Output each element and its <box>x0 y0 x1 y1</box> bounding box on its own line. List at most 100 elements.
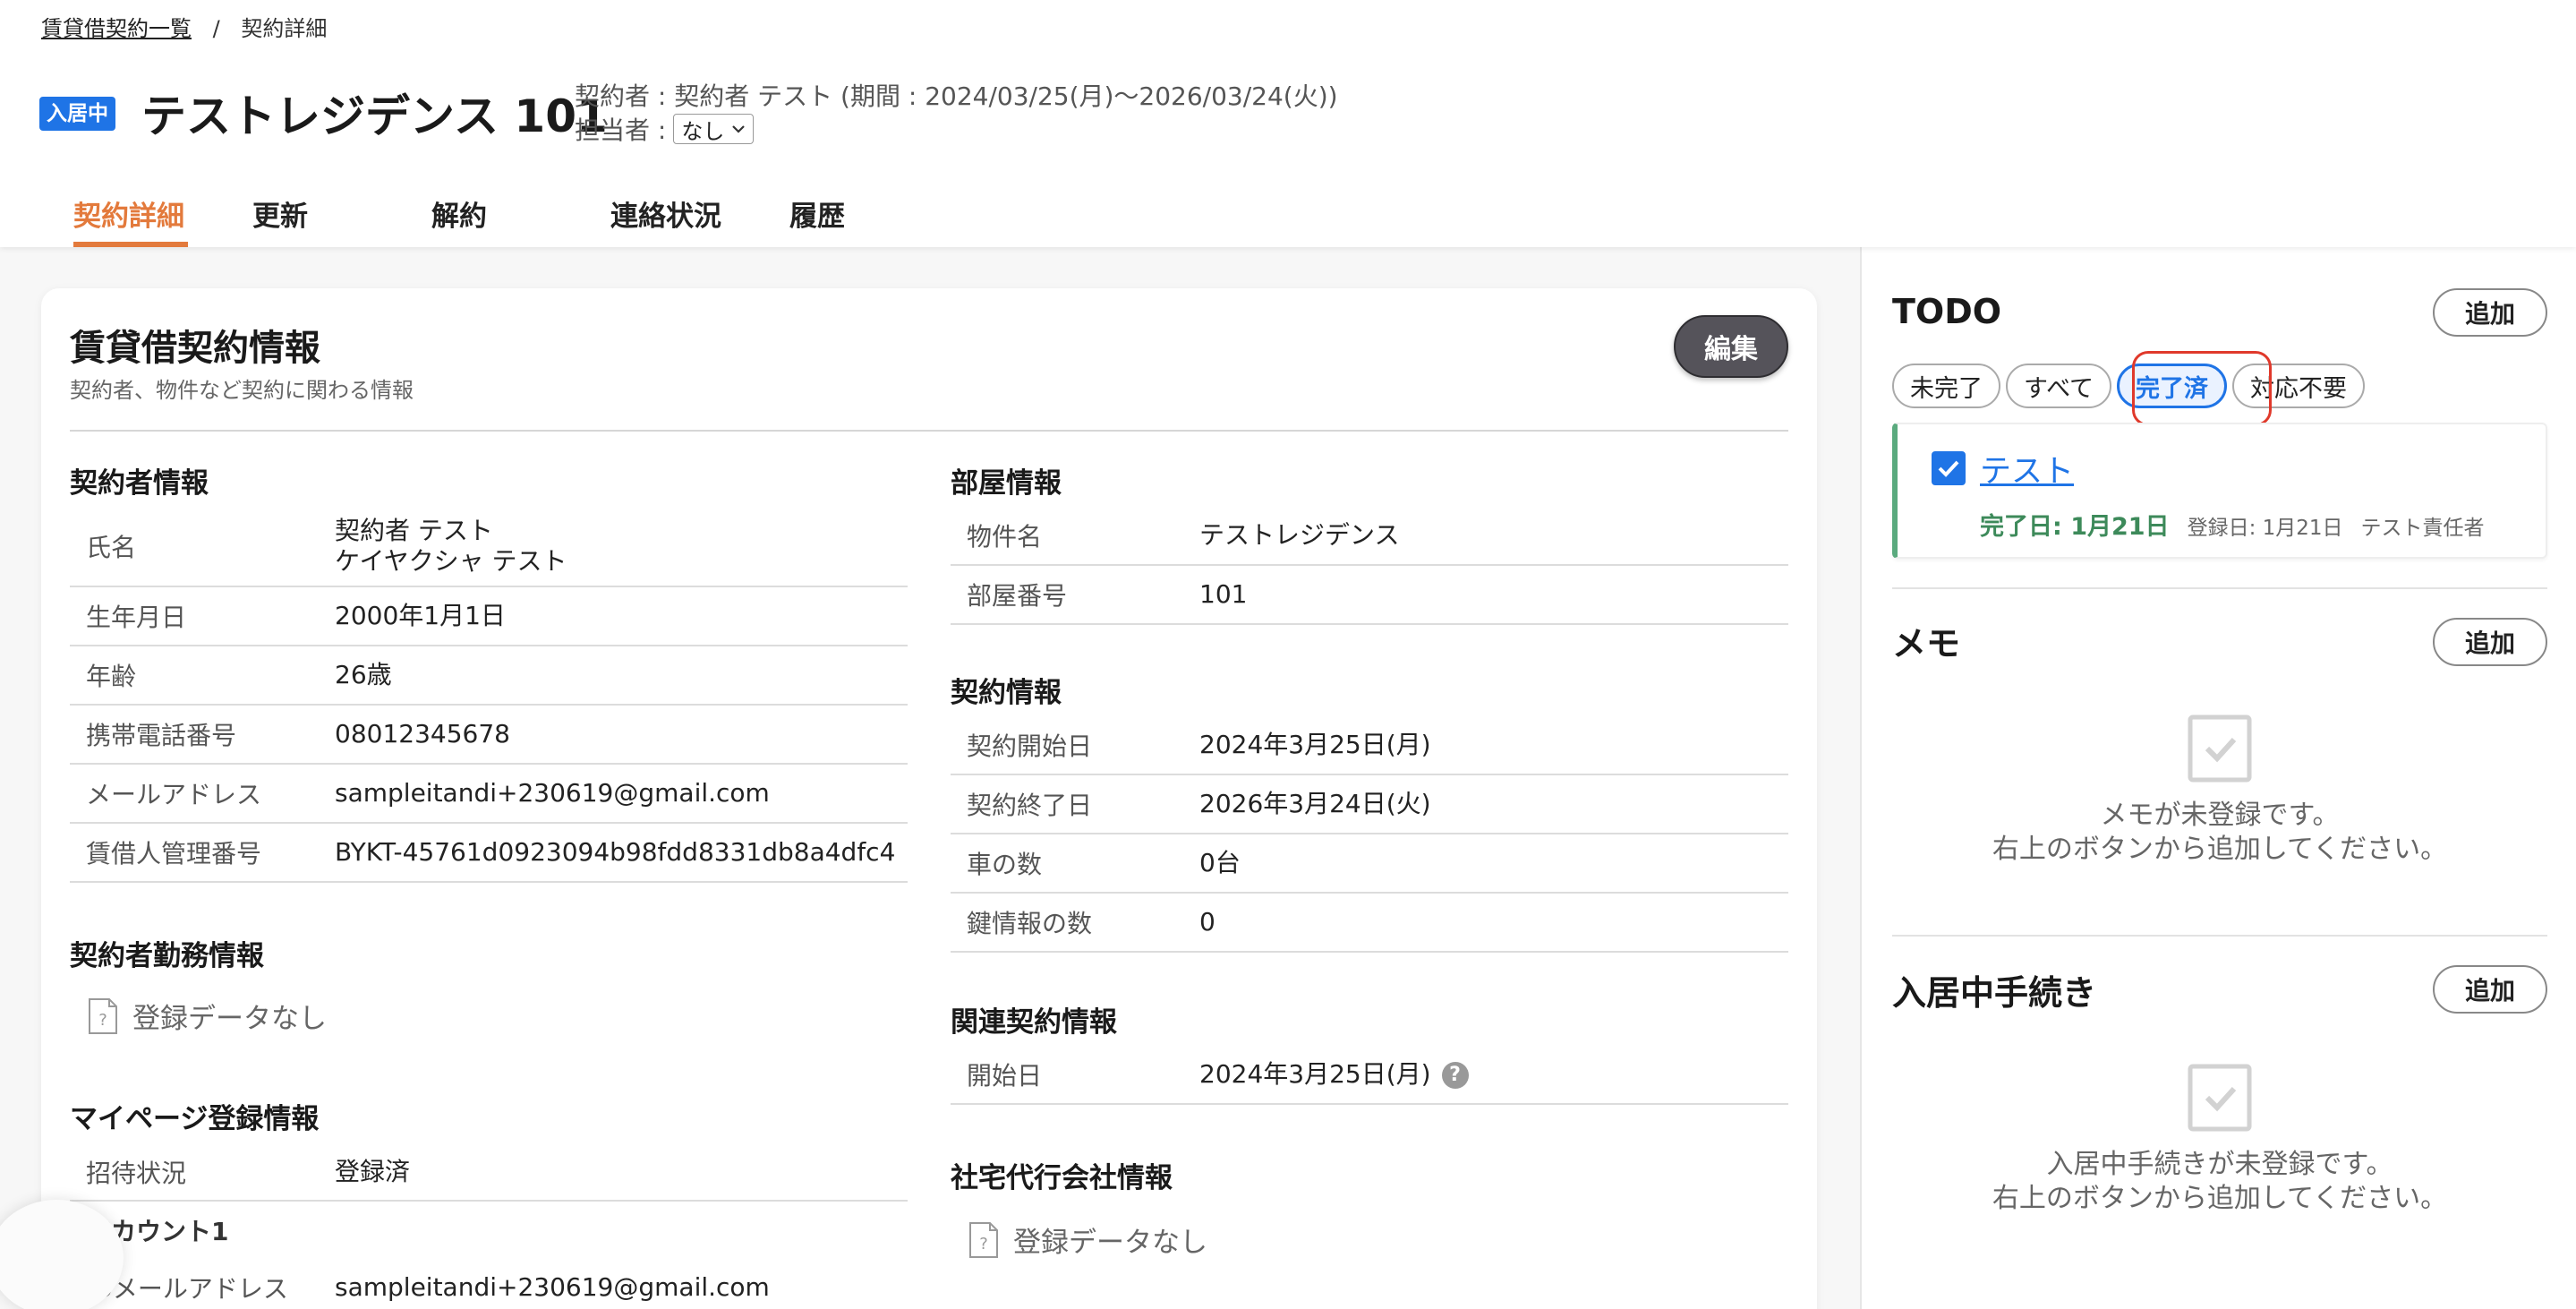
row-label: メールアドレス <box>86 780 262 809</box>
row-label: 年齢 <box>86 662 137 691</box>
empty-data-text: 登録データなし <box>1013 1227 1207 1259</box>
row-label: 開始日 <box>967 1061 1043 1091</box>
filter-all[interactable]: すべて <box>2006 364 2112 408</box>
tab-bar: 契約詳細 更新 解約 連絡状況 履歴 <box>36 175 931 247</box>
svg-text:?: ? <box>98 1011 107 1030</box>
table-row: 氏名 契約者 テスト ケイヤクシャ テスト <box>70 507 908 587</box>
memo-title: メモ <box>1892 624 1961 663</box>
add-memo-button[interactable]: 追加 <box>2433 618 2547 666</box>
card-title: 賃貸借契約情報 <box>70 328 320 369</box>
row-value: BYKT-45761d0923094b98fdd8331db8a4dfc4 <box>335 837 896 867</box>
table-row: 鍵情報の数 0 <box>951 894 1788 953</box>
chevron-down-icon <box>732 125 746 133</box>
assignee-row: 担当者 : なし <box>575 111 755 147</box>
table-row: 契約開始日 2024年3月25日(月) <box>951 716 1788 775</box>
section-title-employment: 契約者勤務情報 <box>70 940 264 972</box>
memo-empty-state: メモが未登録です。 右上のボタンから追加してください。 <box>1892 714 2547 867</box>
status-badge: 入居中 <box>39 97 115 131</box>
tab-renewal[interactable]: 更新 <box>215 175 394 247</box>
row-label: 招待状況 <box>86 1159 187 1188</box>
row-value: 2026年3月24日(火) <box>1199 789 1431 818</box>
related-start-date: 2024年3月25日(月) <box>1199 1059 1431 1089</box>
tab-contract-detail[interactable]: 契約詳細 <box>36 175 215 247</box>
checkmark-icon <box>1938 460 1959 477</box>
row-label: 契約開始日 <box>967 732 1093 761</box>
todo-done-date: 完了日: 1月21日 <box>1980 513 2170 541</box>
empty-data-company-housing: ? 登録データなし <box>968 1219 1207 1260</box>
add-todo-button[interactable]: 追加 <box>2433 288 2547 337</box>
table-row: 携帯電話番号 08012345678 <box>70 706 908 765</box>
mypage-table: 招待状況 登録済 アカウント1 IDメールアドレス sampleitandi+2… <box>70 1144 908 1309</box>
filter-not-required[interactable]: 対応不要 <box>2232 364 2366 408</box>
todo-title: TODO <box>1892 292 2002 331</box>
section-title-company-housing: 社宅代行会社情報 <box>951 1162 1173 1194</box>
table-row: 生年月日 2000年1月1日 <box>70 587 908 646</box>
page-title: テストレジデンス 101 <box>141 90 608 142</box>
divider <box>1892 587 2547 589</box>
tab-cancellation[interactable]: 解約 <box>394 175 573 247</box>
filter-completed[interactable]: 完了済 <box>2117 364 2228 408</box>
empty-line-2: 右上のボタンから追加してください。 <box>1992 1183 2448 1214</box>
row-value: 26歳 <box>335 660 392 689</box>
procedures-empty-state: 入居中手続きが未登録です。 右上のボタンから追加してください。 <box>1892 1064 2547 1216</box>
table-row: 賃借人管理番号 BYKT-45761d0923094b98fdd8331db8a… <box>70 824 908 883</box>
assignee-select[interactable]: なし <box>673 114 755 144</box>
row-label: 車の数 <box>967 850 1043 879</box>
edit-button[interactable]: 編集 <box>1674 315 1788 378</box>
tab-history[interactable]: 履歴 <box>752 175 931 247</box>
table-row: 契約終了日 2026年3月24日(火) <box>951 775 1788 834</box>
empty-line-1: 入居中手続きが未登録です。 <box>2046 1149 2393 1180</box>
row-value: 0台 <box>1199 848 1241 877</box>
table-row: 招待状況 登録済 <box>70 1144 908 1202</box>
row-label: 部屋番号 <box>967 581 1068 611</box>
account-heading: アカウント1 <box>86 1217 229 1246</box>
related-table: 開始日 2024年3月25日(月)? <box>951 1046 1788 1105</box>
right-panel: TODO 追加 未完了 すべて 完了済 対応不要 テスト 完了日: 1月21日 … <box>1860 247 2576 1309</box>
row-value: sampleitandi+230619@gmail.com <box>335 1272 770 1302</box>
divider <box>1892 935 2547 937</box>
breadcrumb-link-contract-list[interactable]: 賃貸借契約一覧 <box>41 16 192 41</box>
row-label: 契約終了日 <box>967 791 1093 820</box>
page-header: 賃貸借契約一覧 / 契約詳細 入居中 テストレジデンス 101 契約者 : 契約… <box>0 0 2576 247</box>
tab-contact-status[interactable]: 連絡状況 <box>573 175 752 247</box>
row-label: 鍵情報の数 <box>967 909 1093 938</box>
row-value: 2024年3月25日(月)? <box>1199 1059 1788 1090</box>
contract-meta: 契約者 : 契約者 テスト (期間 : 2024/03/25(月)〜2026/0… <box>575 81 1338 111</box>
help-icon[interactable]: ? <box>1441 1062 1469 1089</box>
divider <box>70 430 1788 432</box>
todo-checkbox[interactable] <box>1932 451 1966 485</box>
empty-data-text: 登録データなし <box>132 1003 327 1035</box>
section-title-room: 部屋情報 <box>951 467 1062 500</box>
lease-info-card: 賃貸借契約情報 契約者、物件など契約に関わる情報 編集 契約者情報 氏名 契約者… <box>41 288 1817 1309</box>
row-value: テストレジデンス <box>1199 520 1400 550</box>
table-row: IDメールアドレス sampleitandi+230619@gmail.com <box>70 1259 908 1309</box>
section-title-contract: 契約情報 <box>951 677 1062 709</box>
row-value: sampleitandi+230619@gmail.com <box>335 778 770 808</box>
row-label: 氏名 <box>86 533 137 562</box>
row-value: 101 <box>1199 579 1248 609</box>
row-value: 登録済 <box>335 1157 411 1186</box>
assignee-label: 担当者 : <box>575 116 667 145</box>
todo-title-link[interactable]: テスト <box>1980 446 2074 492</box>
row-value: 2024年3月25日(月) <box>1199 730 1431 759</box>
breadcrumb: 賃貸借契約一覧 / 契約詳細 <box>41 11 327 42</box>
row-value: 契約者 テスト ケイヤクシャ テスト <box>335 516 908 577</box>
row-label: 物件名 <box>967 522 1043 552</box>
empty-line-2: 右上のボタンから追加してください。 <box>1992 834 2448 865</box>
todo-filter-group: 未完了 すべて 完了済 対応不要 <box>1892 364 2366 408</box>
row-value: 08012345678 <box>335 719 510 749</box>
table-row: 年齢 26歳 <box>70 646 908 706</box>
row-label: 賃借人管理番号 <box>86 839 262 868</box>
contract-table: 契約開始日 2024年3月25日(月) 契約終了日 2026年3月24日(火) … <box>951 716 1788 953</box>
contractor-table: 氏名 契約者 テスト ケイヤクシャ テスト 生年月日 2000年1月1日 年齢 … <box>70 507 908 883</box>
document-question-icon: ? <box>969 1221 998 1258</box>
todo-meta: 完了日: 1月21日 登録日: 1月21日 テスト責任者 <box>1980 507 2485 542</box>
table-row: 部屋番号 101 <box>951 566 1788 625</box>
filter-incomplete[interactable]: 未完了 <box>1892 364 2000 408</box>
row-value: 2000年1月1日 <box>335 601 506 630</box>
todo-item: テスト 完了日: 1月21日 登録日: 1月21日 テスト責任者 <box>1892 423 2547 559</box>
name-kana: ケイヤクシャ テスト <box>335 546 567 576</box>
document-question-icon: ? <box>89 997 117 1034</box>
section-title-related: 関連契約情報 <box>951 1006 1117 1039</box>
add-procedure-button[interactable]: 追加 <box>2433 965 2547 1014</box>
